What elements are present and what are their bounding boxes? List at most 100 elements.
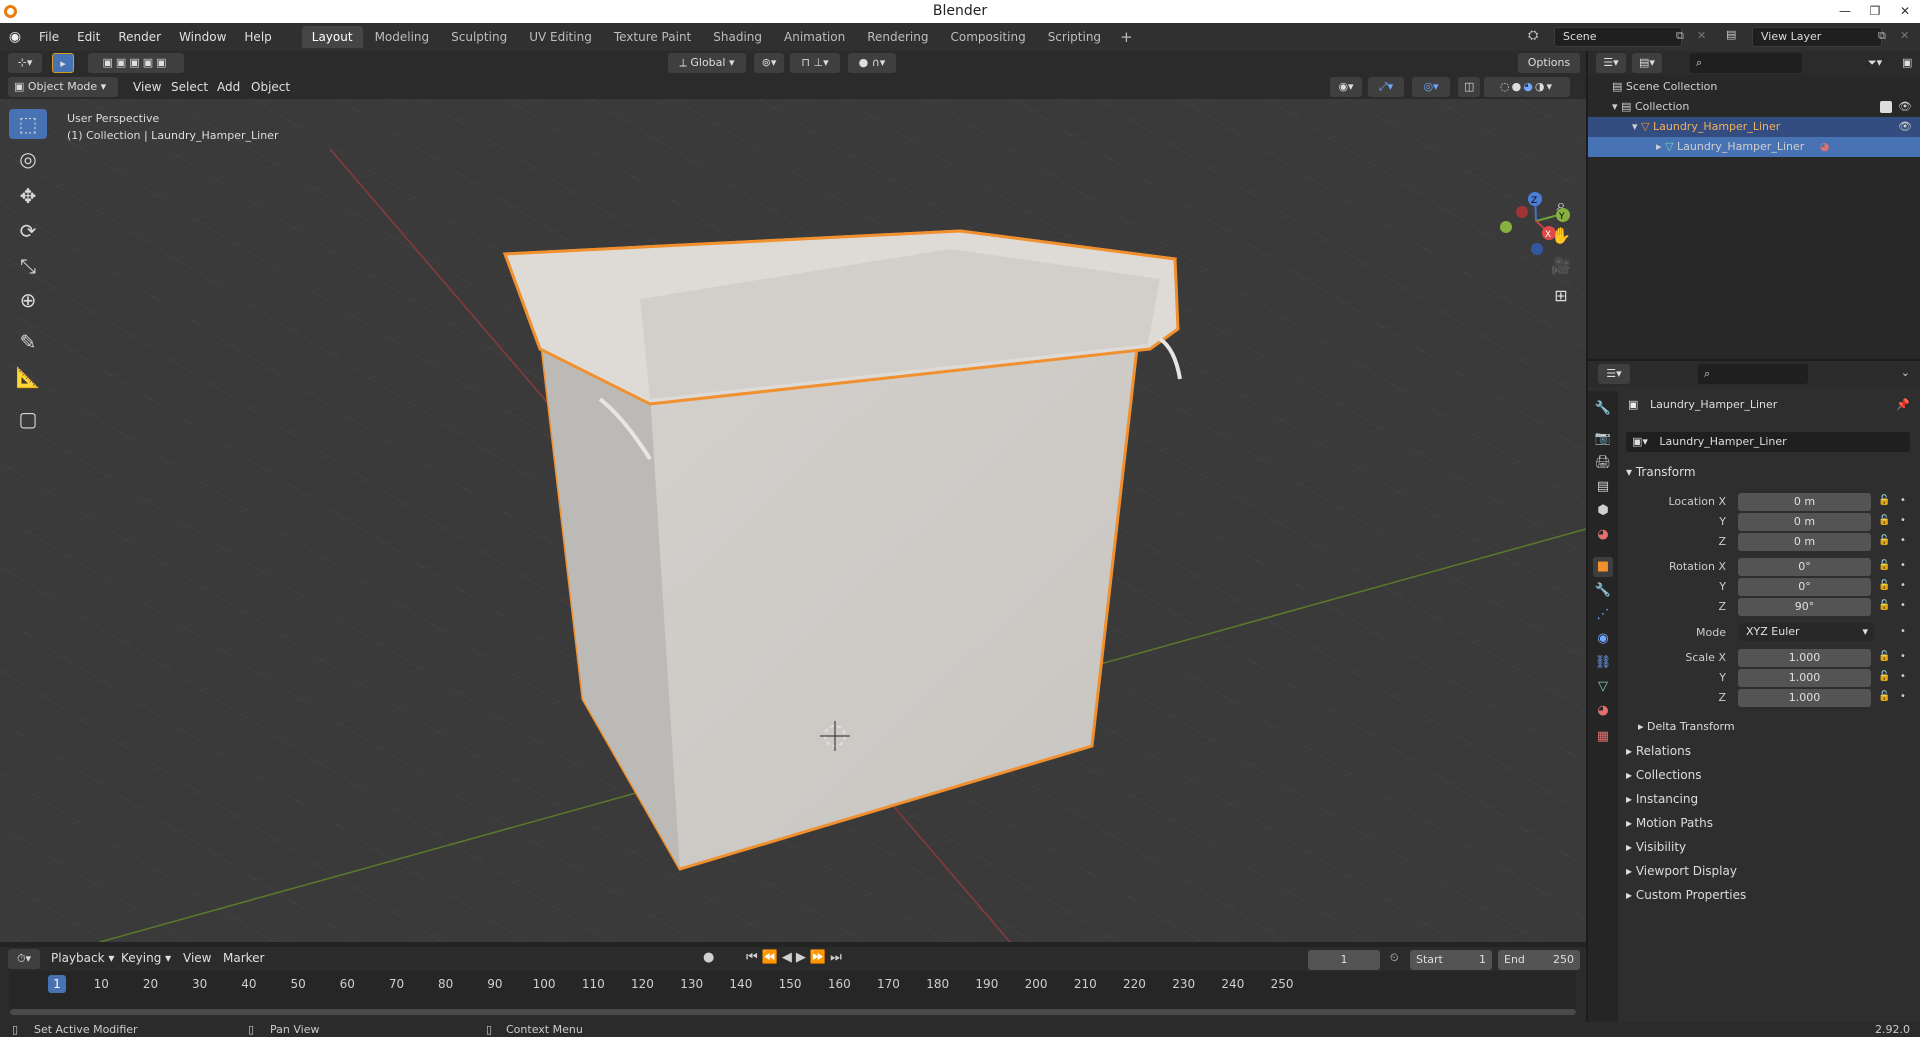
viewport-display-panel-header[interactable]: ▸ Viewport Display bbox=[1626, 860, 1920, 882]
editor-type-icon[interactable]: ⊹▾ bbox=[8, 53, 42, 73]
delete-scene-icon[interactable]: ✕ bbox=[1697, 29, 1706, 42]
mesh-expand-icon[interactable]: ▸ bbox=[1656, 140, 1662, 153]
tab-scripting[interactable]: Scripting bbox=[1038, 26, 1111, 48]
menu-edit[interactable]: Edit bbox=[68, 23, 109, 51]
keyframe-dot-icon[interactable]: • bbox=[1900, 671, 1906, 682]
select-tool-icon[interactable]: ▸ bbox=[52, 53, 74, 73]
tab-layout[interactable]: Layout bbox=[301, 26, 363, 48]
scale-y-field[interactable]: 1.000 bbox=[1738, 669, 1871, 687]
menu-render[interactable]: Render bbox=[109, 23, 170, 51]
add-cube-tool-icon[interactable]: ▢ bbox=[9, 404, 47, 434]
lock-location-z-icon[interactable]: 🔓 bbox=[1878, 535, 1890, 546]
rotation-z-field[interactable]: 90° bbox=[1738, 598, 1871, 616]
view-layer-tab-icon[interactable]: ▤ bbox=[1593, 477, 1613, 497]
properties-collapse-icon[interactable]: ⌄ bbox=[1901, 366, 1910, 379]
custom-properties-panel-header[interactable]: ▸ Custom Properties bbox=[1626, 884, 1920, 906]
keyframe-dot-icon[interactable]: • bbox=[1900, 495, 1906, 506]
tab-compositing[interactable]: Compositing bbox=[940, 26, 1035, 48]
keyframe-dot-icon[interactable]: • bbox=[1900, 651, 1906, 662]
move-tool-icon[interactable]: ✥ bbox=[9, 181, 47, 211]
menu-help[interactable]: Help bbox=[235, 23, 280, 51]
display-mode-icon[interactable]: ▤▾ bbox=[1632, 53, 1662, 73]
keyframe-dot-icon[interactable]: • bbox=[1900, 560, 1906, 571]
snap-icon[interactable]: ⊓ ⊥▾ bbox=[790, 53, 840, 73]
scale-x-field[interactable]: 1.000 bbox=[1738, 649, 1871, 667]
select-box-tool-icon[interactable]: ⬚ bbox=[9, 109, 47, 139]
location-y-field[interactable]: 0 m bbox=[1738, 513, 1871, 531]
transform-tool-icon[interactable]: ⊕ bbox=[9, 285, 47, 315]
rotation-mode-select[interactable]: XYZ Euler ▾ bbox=[1738, 623, 1874, 641]
minimize-icon[interactable]: — bbox=[1830, 0, 1860, 23]
lock-scale-x-icon[interactable]: 🔓 bbox=[1878, 651, 1890, 662]
tab-animation[interactable]: Animation bbox=[774, 26, 855, 48]
keyframe-dot-icon[interactable]: • bbox=[1900, 626, 1906, 637]
current-frame-field[interactable]: 1 bbox=[1308, 950, 1380, 970]
keyframe-dot-icon[interactable]: • bbox=[1900, 515, 1906, 526]
keyframe-dot-icon[interactable]: • bbox=[1900, 600, 1906, 611]
timeline-scrollbar[interactable] bbox=[10, 1009, 1576, 1015]
annotate-tool-icon[interactable]: ✎ bbox=[9, 327, 47, 357]
menu-window[interactable]: Window bbox=[170, 23, 235, 51]
keyframe-dot-icon[interactable]: • bbox=[1900, 691, 1906, 702]
ortho-grid-icon[interactable]: ⊞ bbox=[1548, 282, 1574, 308]
filter-icon[interactable]: ⏷▾ bbox=[1860, 53, 1890, 73]
lock-scale-y-icon[interactable]: 🔓 bbox=[1878, 671, 1890, 682]
lock-rotation-y-icon[interactable]: 🔓 bbox=[1878, 580, 1890, 591]
properties-search-input[interactable]: ⌕ bbox=[1698, 364, 1808, 384]
object-mode-select[interactable]: ▣ Object Mode ▾ bbox=[8, 77, 118, 97]
camera-view-icon[interactable]: 🎥 bbox=[1548, 252, 1574, 278]
visibility-panel-header[interactable]: ▸ Visibility bbox=[1626, 836, 1920, 858]
pan-hand-icon[interactable]: ✋ bbox=[1548, 222, 1574, 248]
material-tab-icon[interactable]: ◕ bbox=[1593, 701, 1613, 721]
timeline-menu-keying[interactable]: Keying ▾ bbox=[112, 944, 180, 972]
preview-range-icon[interactable]: ⏲ bbox=[1390, 951, 1399, 965]
outliner-search-input[interactable]: ⌕ bbox=[1690, 53, 1802, 73]
tab-sculpting[interactable]: Sculpting bbox=[441, 26, 517, 48]
exclude-checkbox[interactable] bbox=[1880, 101, 1892, 113]
object-expand-icon[interactable]: ▾ bbox=[1632, 120, 1638, 133]
view-layer-selector[interactable]: View Layer bbox=[1752, 27, 1882, 47]
playback-controls-icons[interactable]: ⏮⏪◀▶⏩⏭ bbox=[746, 950, 846, 965]
lock-rotation-z-icon[interactable]: 🔓 bbox=[1878, 600, 1890, 611]
lock-rotation-x-icon[interactable]: 🔓 bbox=[1878, 560, 1890, 571]
view-layer-icon[interactable]: ▤ bbox=[1726, 28, 1736, 41]
output-tab-icon[interactable]: 🖨 bbox=[1593, 453, 1613, 473]
transform-panel-header[interactable]: ▾ Transform bbox=[1626, 461, 1920, 483]
overlay-icon[interactable]: ◎▾ bbox=[1412, 77, 1450, 97]
3d-viewport[interactable]: Z Y X User Perspective (1) Collection | … bbox=[0, 99, 1586, 942]
cursor-tool-icon[interactable]: ◎ bbox=[9, 144, 47, 174]
scale-z-field[interactable]: 1.000 bbox=[1738, 689, 1871, 707]
close-icon[interactable]: ✕ bbox=[1890, 0, 1920, 23]
collections-panel-header[interactable]: ▸ Collections bbox=[1626, 764, 1920, 786]
new-collection-icon[interactable]: ▣ bbox=[1896, 53, 1916, 73]
delta-transform-header[interactable]: ▸ Delta Transform bbox=[1638, 716, 1920, 738]
outliner-row-scene-collection[interactable]: ▤ Scene Collection bbox=[1588, 77, 1920, 97]
outliner-row-object[interactable]: ▾ ▽ Laundry_Hamper_Liner 👁 bbox=[1588, 117, 1920, 137]
rotate-tool-icon[interactable]: ⟳ bbox=[9, 216, 47, 246]
texture-tab-icon[interactable]: ▦ bbox=[1593, 727, 1613, 747]
scene-icon[interactable]: ⛭ bbox=[1528, 28, 1538, 43]
lock-location-y-icon[interactable]: 🔓 bbox=[1878, 515, 1890, 526]
restore-icon[interactable]: ❐ bbox=[1860, 0, 1890, 23]
pivot-point-icon[interactable]: ⊚▾ bbox=[754, 53, 784, 73]
viewport-menu-object[interactable]: Object bbox=[242, 73, 299, 101]
options-button[interactable]: Options ▾ bbox=[1518, 53, 1580, 89]
new-view-layer-icon[interactable]: ⧉ bbox=[1878, 29, 1886, 43]
visibility-icon[interactable]: ◉▾ bbox=[1330, 77, 1362, 97]
measure-tool-icon[interactable]: 📐 bbox=[9, 362, 47, 392]
scene-selector[interactable]: Scene bbox=[1554, 27, 1682, 47]
keyframe-dot-icon[interactable]: • bbox=[1900, 580, 1906, 591]
outliner-row-collection[interactable]: ▾ ▤ Collection 👁 bbox=[1588, 97, 1920, 117]
delete-view-layer-icon[interactable]: ✕ bbox=[1900, 29, 1909, 42]
tab-uv-editing[interactable]: UV Editing bbox=[519, 26, 602, 48]
menu-file[interactable]: File bbox=[30, 23, 68, 51]
add-workspace-icon[interactable]: + bbox=[1112, 28, 1141, 46]
zoom-icon[interactable]: ⌕ bbox=[1548, 192, 1574, 218]
blender-menu-icon[interactable]: ◉ bbox=[0, 29, 30, 45]
xray-icon[interactable]: ◫ bbox=[1458, 77, 1480, 97]
rotation-y-field[interactable]: 0° bbox=[1738, 578, 1871, 596]
pin-icon[interactable]: 📌 bbox=[1896, 398, 1910, 411]
lock-location-x-icon[interactable]: 🔓 bbox=[1878, 495, 1890, 506]
timeline-editor-icon[interactable]: ⏱▾ bbox=[8, 949, 40, 969]
proportional-edit-icon[interactable]: ● ∩▾ bbox=[848, 53, 896, 73]
